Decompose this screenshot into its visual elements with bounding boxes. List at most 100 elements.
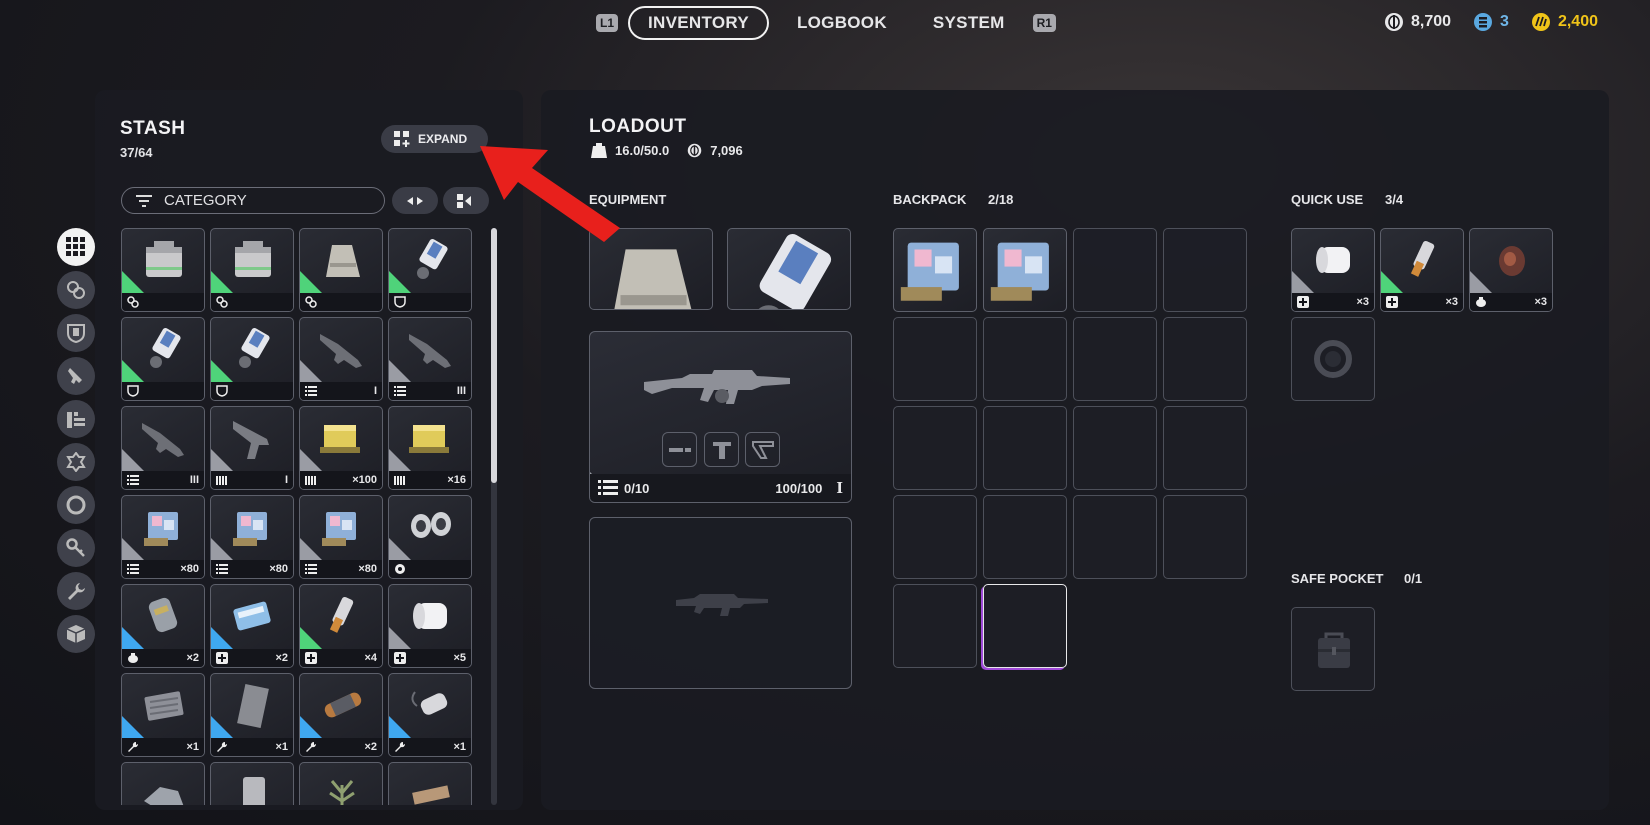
backpack-slot-empty[interactable] [893, 317, 977, 401]
stash-slot[interactable] [299, 762, 383, 805]
wrench-type-icon [217, 741, 228, 752]
grid-icon [66, 237, 85, 256]
slot-quantity: ×3 [1356, 296, 1369, 308]
stash-slot[interactable]: ×16 [388, 406, 472, 490]
primary-weapon-slot[interactable]: 0/10 100/100 I [589, 331, 852, 503]
backpack-slot-empty[interactable] [983, 406, 1067, 490]
tab-logbook[interactable]: LOGBOOK [779, 7, 905, 39]
safe-pocket-slot[interactable] [1291, 607, 1375, 691]
quick-use-slot[interactable]: ×3 [1469, 228, 1553, 312]
stash-slot[interactable]: ×80 [121, 495, 205, 579]
stash-slot[interactable] [121, 317, 205, 401]
slot-info-bar: ×1 [389, 738, 471, 756]
stash-slot[interactable] [210, 317, 294, 401]
quick-use-slot[interactable]: ×3 [1380, 228, 1464, 312]
rarity-corner [122, 627, 144, 649]
backpack-slot-empty[interactable] [893, 406, 977, 490]
sidebar-ammo[interactable] [57, 400, 95, 438]
collapse-button[interactable] [392, 187, 438, 214]
stash-slot[interactable]: III [121, 406, 205, 490]
stash-slot[interactable] [210, 762, 294, 805]
stash-slot[interactable] [121, 228, 205, 312]
sidebar-materials[interactable] [57, 572, 95, 610]
stash-slot[interactable] [299, 228, 383, 312]
slot-quantity: ×5 [453, 652, 466, 664]
ammo-type-icon [127, 475, 139, 485]
stash-slot[interactable]: ×80 [210, 495, 294, 579]
stash-slot[interactable]: ×5 [388, 584, 472, 668]
stash-scrollbar-thumb[interactable] [491, 228, 497, 483]
weapon-icon [68, 368, 82, 384]
backpack-slot-empty[interactable] [983, 495, 1067, 579]
grip-attachment-slot[interactable] [704, 432, 739, 467]
stash-slot[interactable]: ×1 [210, 673, 294, 757]
sidebar-mods[interactable] [57, 443, 95, 481]
sidebar-gadgets[interactable] [57, 486, 95, 524]
rarity-corner [389, 716, 411, 738]
slot-quantity: ×3 [1445, 296, 1458, 308]
stash-slot[interactable]: ×2 [210, 584, 294, 668]
backpack-slot-filled[interactable]: ×80 [983, 228, 1067, 312]
ammo-pack-item-icon [900, 242, 959, 301]
gold-value: 2,400 [1557, 13, 1598, 30]
backpack-slot-empty[interactable] [1163, 317, 1247, 401]
ammo-heavy-type-icon [394, 476, 405, 485]
wrench-type-icon [306, 741, 317, 752]
sidebar-keys[interactable] [57, 529, 95, 567]
right-shoulder-hint[interactable]: R1 [1032, 14, 1056, 32]
stash-slot[interactable] [121, 762, 205, 805]
stash-slot[interactable]: I [210, 406, 294, 490]
stash-slot[interactable]: ×1 [388, 673, 472, 757]
weapon-tier: I [836, 478, 843, 497]
sidebar-parts[interactable] [57, 271, 95, 309]
stash-slot[interactable]: III [388, 317, 472, 401]
sidebar-misc[interactable] [57, 615, 95, 653]
stash-slot[interactable]: ×80 [299, 495, 383, 579]
shield-type-icon [394, 296, 406, 308]
stash-slot[interactable] [388, 228, 472, 312]
backpack-slot-empty[interactable] [1163, 406, 1247, 490]
left-shoulder-hint[interactable]: L1 [596, 14, 619, 32]
stash-slot[interactable]: ×4 [299, 584, 383, 668]
sidebar-all[interactable] [57, 228, 95, 266]
rarity-corner [389, 360, 411, 382]
sidebar-weapons[interactable] [57, 357, 95, 395]
sidebar-shields[interactable] [57, 314, 95, 352]
stash-slot[interactable]: ×1 [121, 673, 205, 757]
stash-slot[interactable] [388, 495, 472, 579]
category-filter[interactable]: CATEGORY [121, 187, 385, 214]
backpack-slot-selected[interactable] [983, 584, 1067, 668]
slot-info-bar: ×3 [1292, 293, 1374, 311]
scrap-item-icon [144, 787, 184, 805]
currency-tokens: 3 [1473, 12, 1509, 32]
stash-slot[interactable] [210, 228, 294, 312]
stash-slot[interactable]: ×2 [299, 673, 383, 757]
backpack-slot-empty[interactable] [1073, 406, 1157, 490]
rarity-corner [122, 538, 144, 560]
quick-use-empty-slot[interactable] [1291, 317, 1375, 401]
backpack-slot-empty[interactable] [1163, 495, 1247, 579]
slot-info-bar: ×80 [211, 560, 293, 578]
backpack-slot-empty[interactable] [1073, 228, 1157, 312]
quick-use-slot[interactable]: ×3 [1291, 228, 1375, 312]
backpack-slot-empty[interactable] [1163, 228, 1247, 312]
stash-slot[interactable]: ×100 [299, 406, 383, 490]
stash-slot[interactable]: ×2 [121, 584, 205, 668]
heal-type-icon [305, 652, 317, 664]
barrel-attachment-slot[interactable] [662, 432, 697, 467]
stock-attachment-slot[interactable] [745, 432, 780, 467]
backpack-slot-empty[interactable] [1073, 317, 1157, 401]
secondary-weapon-slot[interactable] [589, 517, 852, 689]
tab-inventory[interactable]: INVENTORY [628, 6, 769, 40]
rarity-corner [211, 360, 233, 382]
backpack-slot-empty[interactable] [893, 495, 977, 579]
stash-slot[interactable]: I [299, 317, 383, 401]
backpack-slot-filled[interactable]: ×80 [893, 228, 977, 312]
backpack-slot-empty[interactable] [1073, 495, 1157, 579]
tab-system[interactable]: SYSTEM [915, 7, 1023, 39]
slot-quantity: ×1 [453, 741, 466, 753]
shield-slot[interactable]: 100/100 [727, 228, 851, 310]
stash-slot[interactable] [388, 762, 472, 805]
backpack-slot-empty[interactable] [983, 317, 1067, 401]
backpack-slot-empty[interactable] [893, 584, 977, 668]
